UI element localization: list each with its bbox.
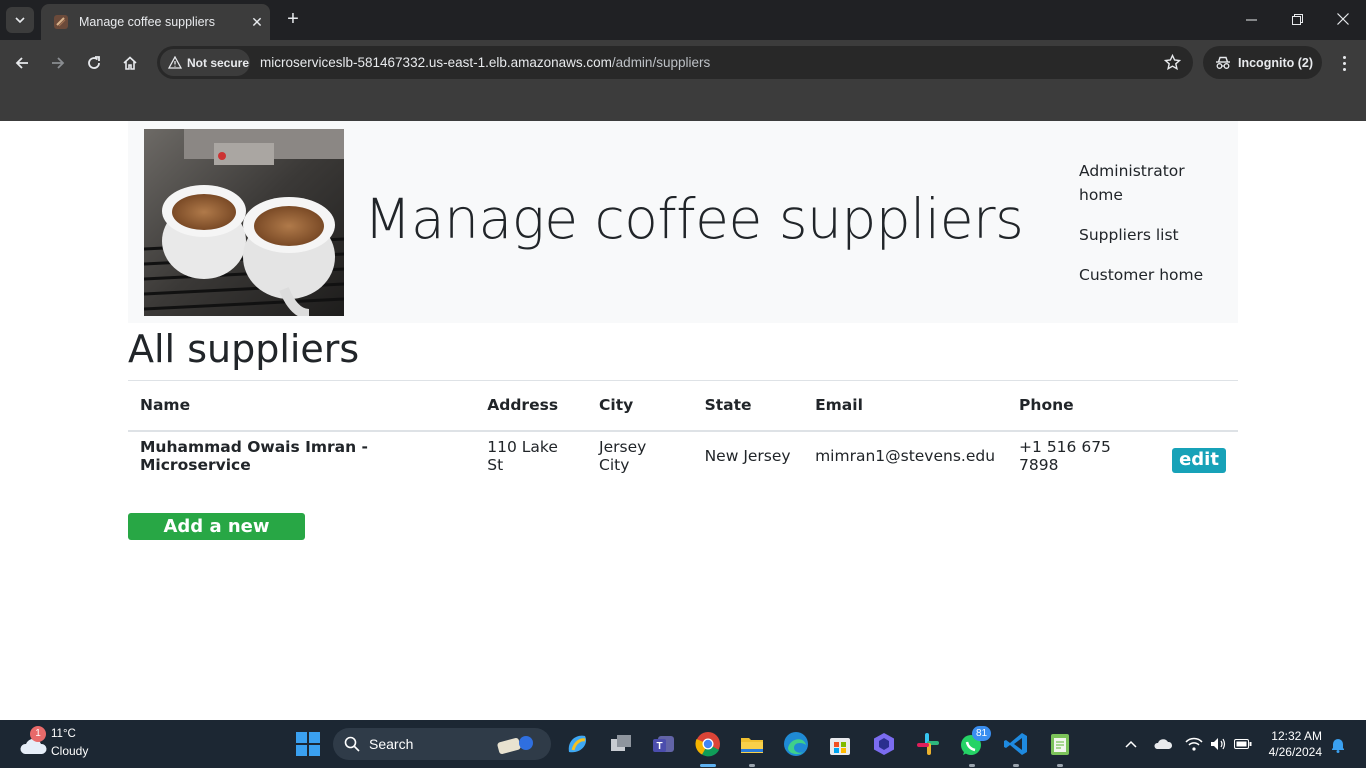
supplier-phone: +1 516 675 7898 — [1019, 438, 1111, 474]
url-text[interactable]: microserviceslb-581467332.us-east-1.elb.… — [260, 46, 710, 79]
chevron-down-icon — [15, 16, 25, 23]
nav-link-suppliers-list[interactable]: Suppliers list — [1079, 223, 1229, 247]
table-header-row: Name Address City State Email Phone — [128, 380, 1238, 432]
forward-arrow-icon[interactable] — [45, 50, 71, 76]
search-icon — [344, 736, 360, 752]
home-icon[interactable] — [117, 50, 143, 76]
url-host: microserviceslb-581467332.us-east-1.elb.… — [260, 55, 612, 70]
supplier-actions: edit — [1160, 431, 1238, 481]
incognito-indicator[interactable]: Incognito (2) — [1203, 46, 1322, 79]
windows-taskbar: 1 11°C Cloudy Search T 81 12:32 AM 4/26/… — [0, 720, 1366, 768]
notepad-icon[interactable] — [1046, 730, 1074, 758]
suppliers-table: Name Address City State Email Phone Muha… — [128, 380, 1238, 481]
edit-button[interactable]: edit — [1172, 448, 1226, 473]
new-tab-button[interactable]: + — [281, 8, 305, 32]
vscode-icon[interactable] — [1002, 730, 1030, 758]
clock-date: 4/26/2024 — [1268, 745, 1322, 759]
coffee-favicon-icon — [54, 15, 68, 29]
search-placeholder: Search — [369, 736, 414, 752]
notification-bell-icon[interactable] — [1330, 737, 1346, 753]
site-security-chip[interactable]: Not secure — [160, 49, 250, 76]
notepad-running-dot — [1057, 764, 1063, 767]
supplier-city: Jersey City — [599, 438, 647, 474]
column-header-state: State — [692, 380, 804, 432]
header-nav: Administrator home Suppliers list Custom… — [1079, 159, 1229, 303]
whatsapp-badge: 81 — [972, 726, 991, 741]
add-supplier-button[interactable]: Add a new supplier — [128, 513, 305, 564]
edge-icon[interactable] — [782, 730, 810, 758]
nav-link-customer-home[interactable]: Customer home — [1079, 263, 1229, 287]
browser-tab[interactable]: Manage coffee suppliers ✕ — [41, 4, 270, 40]
task-view-icon[interactable] — [607, 730, 635, 758]
volume-icon[interactable] — [1210, 737, 1226, 751]
warning-icon — [168, 56, 182, 69]
bookmark-star-icon[interactable] — [1164, 54, 1181, 71]
teams-icon[interactable]: T — [650, 730, 678, 758]
chrome-active-indicator — [700, 764, 716, 767]
microsoft-store-icon[interactable] — [826, 730, 854, 758]
supplier-address: 110 Lake St — [487, 438, 558, 474]
weather-temperature: 11°C — [51, 728, 76, 740]
column-header-actions — [1160, 380, 1238, 432]
svg-text:T: T — [656, 741, 662, 752]
onedrive-cloud-icon[interactable] — [1153, 737, 1173, 751]
weather-notification-badge: 1 — [30, 726, 46, 742]
page-header: Manage coffee suppliers Administrator ho… — [128, 121, 1238, 323]
file-explorer-running-dot — [749, 764, 755, 767]
url-path: /admin/suppliers — [611, 55, 711, 70]
supplier-state: New Jersey — [704, 447, 791, 465]
page-content: Manage coffee suppliers Administrator ho… — [0, 121, 1366, 720]
chrome-icon[interactable] — [694, 730, 722, 758]
windows-start-icon[interactable] — [294, 730, 322, 758]
back-arrow-icon[interactable] — [9, 50, 35, 76]
supplier-email: mimran1@stevens.edu — [815, 447, 996, 465]
search-highlight-icon — [497, 736, 533, 754]
nav-link-admin-home[interactable]: Administrator home — [1079, 159, 1229, 207]
table-row: Muhammad Owais Imran - Microservice 110 … — [128, 431, 1238, 481]
browser-toolbar: Not secure microserviceslb-581467332.us-… — [0, 40, 1366, 121]
incognito-label: Incognito (2) — [1238, 55, 1313, 70]
close-tab-icon[interactable]: ✕ — [244, 14, 270, 31]
chevron-up-icon[interactable] — [1124, 739, 1138, 749]
battery-icon[interactable] — [1234, 738, 1252, 750]
incognito-icon — [1216, 56, 1230, 69]
clock-time: 12:32 AM — [1271, 729, 1322, 743]
browser-menu-icon[interactable] — [1334, 50, 1354, 76]
slack-icon[interactable] — [914, 730, 942, 758]
coffee-cups-image — [144, 129, 344, 316]
address-bar[interactable]: Not secure microserviceslb-581467332.us-… — [157, 46, 1193, 79]
wifi-icon[interactable] — [1185, 737, 1203, 751]
weather-description: Cloudy — [51, 744, 89, 758]
column-header-name: Name — [128, 380, 476, 432]
close-window-icon[interactable] — [1328, 8, 1358, 32]
vscode-running-dot — [1013, 764, 1019, 767]
weather-widget[interactable]: 1 11°C Cloudy — [16, 726, 136, 762]
file-explorer-icon[interactable] — [738, 730, 766, 758]
page-title: Manage coffee suppliers — [364, 187, 1024, 251]
column-header-phone: Phone — [1007, 380, 1161, 432]
taskbar-search-box[interactable]: Search — [333, 728, 551, 760]
copilot-icon[interactable] — [563, 730, 591, 758]
tab-title: Manage coffee suppliers — [79, 15, 215, 29]
security-label: Not secure — [187, 55, 250, 70]
reload-icon[interactable] — [81, 50, 107, 76]
tab-search-button[interactable] — [6, 7, 34, 33]
minimize-icon[interactable] — [1236, 8, 1266, 32]
section-title: All suppliers — [128, 327, 360, 371]
supplier-name: Muhammad Owais Imran - Microservice — [140, 438, 368, 474]
column-header-email: Email — [803, 380, 1008, 432]
column-header-city: City — [587, 380, 693, 432]
taskbar-clock[interactable]: 12:32 AM 4/26/2024 — [1262, 728, 1322, 760]
column-header-address: Address — [475, 380, 588, 432]
app-hexagon-icon[interactable] — [870, 730, 898, 758]
whatsapp-running-dot — [969, 764, 975, 767]
browser-tab-bar: Manage coffee suppliers ✕ + — [0, 0, 1366, 40]
restore-icon[interactable] — [1282, 8, 1312, 32]
